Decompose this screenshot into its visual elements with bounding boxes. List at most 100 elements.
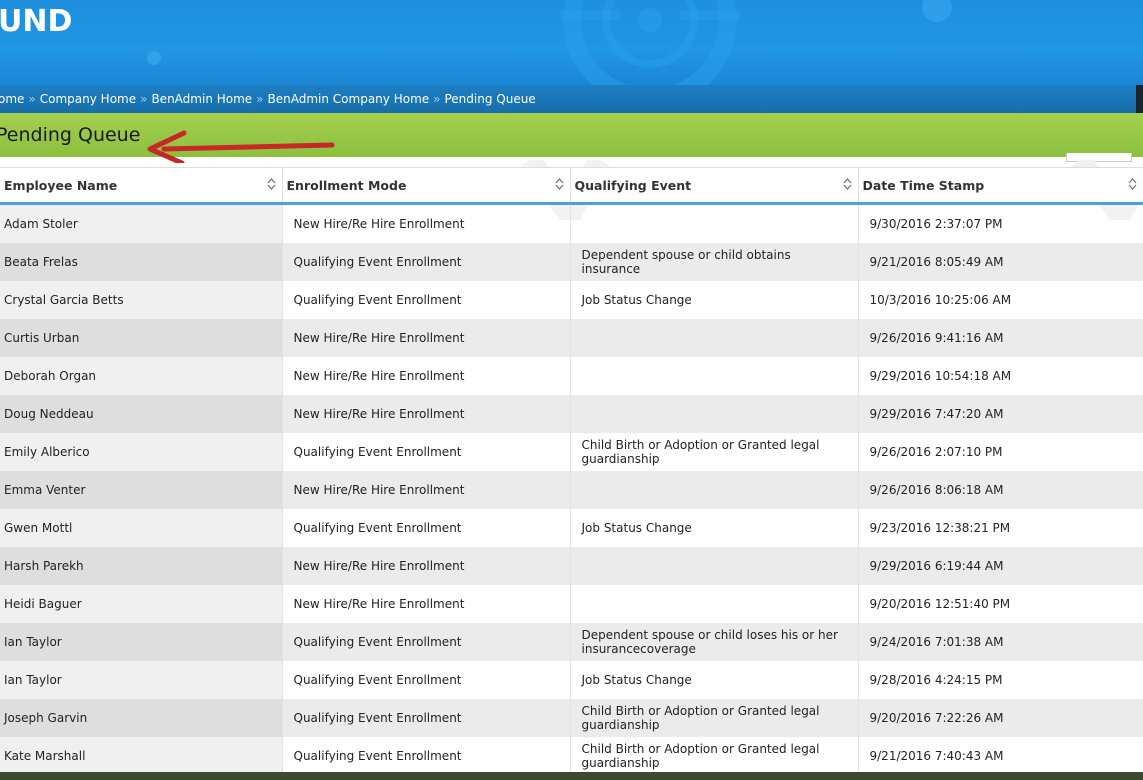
employee-name-cell: Crystal Garcia Betts — [0, 281, 283, 319]
sort-icon[interactable] — [1128, 178, 1137, 190]
qualifying-event-cell — [570, 319, 859, 357]
enrollment-mode-cell: Qualifying Event Enrollment — [282, 699, 571, 737]
table-row[interactable]: Doug Neddeau New Hire/Re Hire Enrollment 9… — [0, 395, 1143, 433]
enrollment-mode-cell: Qualifying Event Enrollment — [282, 243, 571, 281]
date-time-stamp-cell: 9/26/2016 8:06:18 AM — [858, 471, 1143, 509]
banner-dot-right — [922, 0, 952, 22]
column-header-label: Date Time Stamp — [862, 177, 985, 193]
employee-name-cell: Ian Taylor — [0, 623, 283, 661]
red-arrow-icon — [147, 130, 335, 163]
employee-name-cell: Gwen Mottl — [0, 509, 283, 547]
qualifying-event-cell — [570, 547, 859, 585]
enrollment-mode-cell: New Hire/Re Hire Enrollment — [282, 203, 571, 243]
table-row[interactable]: Emily Alberico Qualifying Event Enrollmen… — [0, 433, 1143, 471]
qualifying-event-cell: Child Birth or Adoption or Granted legal… — [570, 433, 859, 471]
column-header-qualifying-event[interactable]: Qualifying Event — [570, 167, 859, 205]
employee-name-cell: Deborah Organ — [0, 357, 283, 395]
employee-name-cell: Curtis Urban — [0, 319, 283, 357]
breadcrumb-separator: » — [256, 92, 264, 106]
qualifying-event-cell — [570, 203, 859, 243]
date-time-stamp-cell: 9/23/2016 12:38:21 PM — [858, 509, 1143, 547]
date-time-stamp-cell: 9/29/2016 6:19:44 AM — [858, 547, 1143, 585]
page-title-bar: Pending Queue — [0, 113, 1143, 163]
column-header-label: Employee Name — [4, 177, 118, 193]
table-row[interactable]: Crystal Garcia Betts Qualifying Event Enr… — [0, 281, 1143, 319]
table-row[interactable]: Ian Taylor Qualifying Event Enrollment Job… — [0, 661, 1143, 699]
date-time-stamp-cell: 9/29/2016 7:47:20 AM — [858, 395, 1143, 433]
employee-name-cell: Beata Frelas — [0, 243, 283, 281]
column-header-label: Enrollment Mode — [286, 177, 407, 193]
date-time-stamp-cell: 9/26/2016 9:41:16 AM — [858, 319, 1143, 357]
table-row[interactable]: Harsh Parekh New Hire/Re Hire Enrollment 9… — [0, 547, 1143, 585]
bottom-strip — [0, 772, 1143, 780]
date-time-stamp-cell: 9/29/2016 10:54:18 AM — [858, 357, 1143, 395]
breadcrumb-edge — [1136, 85, 1143, 113]
breadcrumb-separator: » — [433, 92, 441, 106]
breadcrumb-separator: » — [28, 92, 36, 106]
table-row[interactable]: Beata Frelas Qualifying Event Enrollment D… — [0, 243, 1143, 281]
breadcrumb-benadmin-home[interactable]: BenAdmin Home — [151, 92, 252, 106]
sort-icon[interactable] — [555, 178, 564, 190]
breadcrumb-pending-queue[interactable]: Pending Queue — [444, 92, 535, 106]
column-header-date-time-stamp[interactable]: Date Time Stamp — [858, 167, 1143, 205]
date-time-stamp-cell: 9/21/2016 7:40:43 AM — [858, 737, 1143, 775]
table-row[interactable]: Joseph Garvin Qualifying Event Enrollment… — [0, 699, 1143, 737]
date-time-stamp-cell: 10/3/2016 10:25:06 AM — [858, 281, 1143, 319]
table-row[interactable]: Ian Taylor Qualifying Event Enrollment Dep… — [0, 623, 1143, 661]
breadcrumb-separator: » — [140, 92, 148, 106]
table-row[interactable]: Curtis Urban New Hire/Re Hire Enrollment 9… — [0, 319, 1143, 357]
site-logo: UND — [0, 4, 73, 39]
enrollment-mode-cell: Qualifying Event Enrollment — [282, 433, 571, 471]
table-row[interactable]: Deborah Organ New Hire/Re Hire Enrollment… — [0, 357, 1143, 395]
qualifying-event-cell — [570, 357, 859, 395]
sort-icon[interactable] — [843, 178, 852, 190]
date-time-stamp-cell: 9/26/2016 2:07:10 PM — [858, 433, 1143, 471]
enrollment-mode-cell: New Hire/Re Hire Enrollment — [282, 585, 571, 623]
breadcrumb: ome » Company Home » BenAdmin Home » Ben… — [0, 85, 1143, 113]
enrollment-mode-cell: New Hire/Re Hire Enrollment — [282, 547, 571, 585]
date-time-stamp-cell: 9/30/2016 2:37:07 PM — [858, 203, 1143, 243]
table-row[interactable]: Gwen Mottl Qualifying Event Enrollment Job… — [0, 509, 1143, 547]
enrollment-mode-cell: Qualifying Event Enrollment — [282, 661, 571, 699]
qualifying-event-cell — [570, 585, 859, 623]
table-row[interactable]: Heidi Baguer New Hire/Re Hire Enrollment 9… — [0, 585, 1143, 623]
date-time-stamp-cell: 9/28/2016 4:24:15 PM — [858, 661, 1143, 699]
qualifying-event-cell: Job Status Change — [570, 281, 859, 319]
breadcrumb-home[interactable]: ome — [0, 92, 24, 106]
enrollment-mode-cell: Qualifying Event Enrollment — [282, 737, 571, 775]
qualifying-event-cell: Child Birth or Adoption or Granted legal… — [570, 737, 859, 775]
page-title: Pending Queue — [0, 124, 141, 146]
enrollment-mode-cell: Qualifying Event Enrollment — [282, 281, 571, 319]
column-header-enrollment-mode[interactable]: Enrollment Mode — [282, 167, 571, 205]
qualifying-event-cell — [570, 395, 859, 433]
table-row[interactable]: Kate Marshall Qualifying Event Enrollment… — [0, 737, 1143, 775]
date-time-stamp-cell: 9/24/2016 7:01:38 AM — [858, 623, 1143, 661]
table-row[interactable]: Adam Stoler New Hire/Re Hire Enrollment 9/… — [0, 203, 1143, 243]
enrollment-mode-cell: New Hire/Re Hire Enrollment — [282, 319, 571, 357]
sort-icon[interactable] — [267, 178, 276, 190]
employee-name-cell: Joseph Garvin — [0, 699, 283, 737]
employee-name-cell: Emily Alberico — [0, 433, 283, 471]
column-header-employee-name[interactable]: Employee Name — [0, 167, 283, 205]
column-header-label: Qualifying Event — [574, 177, 692, 193]
enrollment-mode-cell: New Hire/Re Hire Enrollment — [282, 357, 571, 395]
breadcrumb-benadmin-company-home[interactable]: BenAdmin Company Home — [268, 92, 430, 106]
table-row[interactable]: Emma Venter New Hire/Re Hire Enrollment 9/… — [0, 471, 1143, 509]
qualifying-event-cell: Dependent spouse or child loses his or h… — [570, 623, 859, 661]
pending-queue-table: Employee Name Enrollment Mode Qualifying… — [0, 167, 1143, 775]
banner-dot-left — [147, 51, 161, 65]
breadcrumb-company-home[interactable]: Company Home — [40, 92, 136, 106]
employee-name-cell: Ian Taylor — [0, 661, 283, 699]
qualifying-event-cell: Child Birth or Adoption or Granted legal… — [570, 699, 859, 737]
qualifying-event-cell — [570, 471, 859, 509]
enrollment-mode-cell: Qualifying Event Enrollment — [282, 623, 571, 661]
enrollment-mode-cell: Qualifying Event Enrollment — [282, 509, 571, 547]
enrollment-mode-cell: New Hire/Re Hire Enrollment — [282, 395, 571, 433]
banner-decoration — [560, 0, 740, 85]
date-time-stamp-cell: 9/20/2016 12:51:40 PM — [858, 585, 1143, 623]
qualifying-event-cell: Dependent spouse or child obtains insura… — [570, 243, 859, 281]
enrollment-mode-cell: New Hire/Re Hire Enrollment — [282, 471, 571, 509]
site-banner: UND — [0, 0, 1143, 85]
qualifying-event-cell: Job Status Change — [570, 509, 859, 547]
employee-name-cell: Doug Neddeau — [0, 395, 283, 433]
